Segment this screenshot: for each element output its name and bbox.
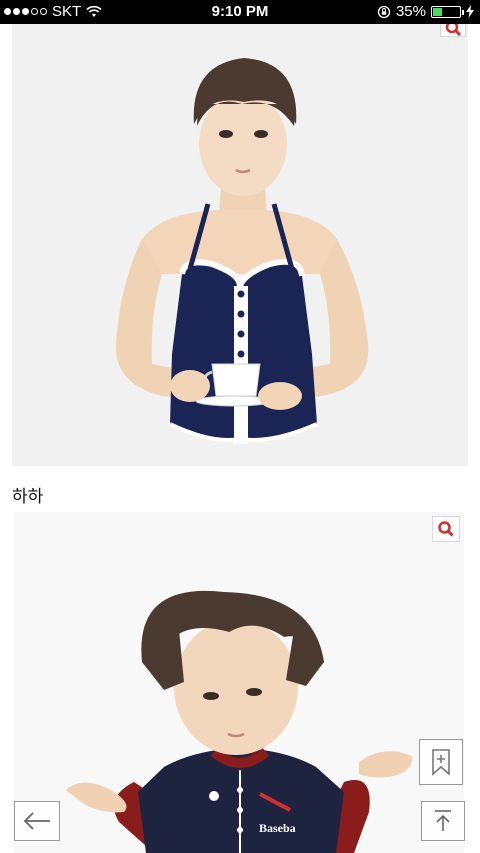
avatar-baseball-illustration: Baseba	[14, 512, 464, 853]
back-arrow-icon	[23, 812, 50, 830]
scroll-top-icon	[435, 810, 451, 831]
status-right: 35%	[377, 3, 474, 20]
avatar-baseball-image[interactable]: Baseba	[14, 512, 464, 853]
rotation-lock-icon	[377, 5, 391, 18]
bookmark-add-button[interactable]	[419, 739, 463, 785]
avatar-swimsuit-image[interactable]	[12, 24, 468, 466]
scroll-top-button[interactable]	[421, 801, 465, 841]
charging-bolt-icon	[466, 5, 474, 18]
zoom-button-1[interactable]	[440, 24, 466, 37]
jersey-text: Baseba	[259, 821, 296, 835]
back-button[interactable]	[14, 801, 60, 841]
post-caption: 하하	[12, 487, 44, 506]
battery-percent: 35%	[395, 3, 426, 20]
avatar-swimsuit-illustration	[12, 24, 468, 466]
bookmark-add-icon	[432, 749, 450, 776]
magnifier-icon	[445, 24, 462, 37]
magnifier-icon	[438, 521, 454, 537]
zoom-button-2[interactable]	[432, 516, 460, 542]
status-bar: SKT 9:10 PM 35%	[0, 0, 480, 24]
battery-icon	[431, 5, 464, 18]
battery-level-fill	[433, 7, 442, 16]
